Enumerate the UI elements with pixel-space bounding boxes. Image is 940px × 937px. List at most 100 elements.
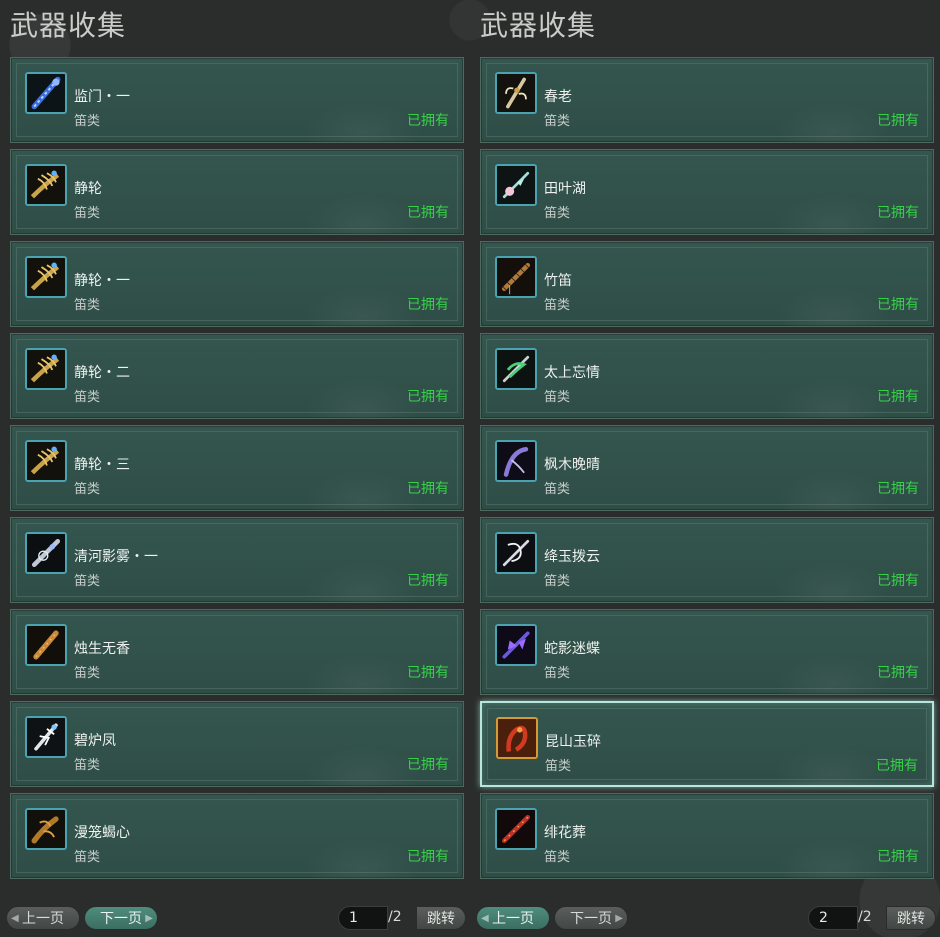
blue-flute-icon bbox=[25, 72, 67, 114]
jump-button[interactable]: 跳转 bbox=[416, 906, 466, 930]
golden-claw-flute-icon bbox=[25, 164, 67, 206]
page-total: /2 bbox=[858, 909, 872, 925]
owned-status: 已拥有 bbox=[877, 113, 919, 129]
weapon-name: 静轮・一 bbox=[74, 273, 130, 289]
weapon-card[interactable]: 竹笛 笛类 已拥有 bbox=[480, 241, 934, 327]
weapon-type: 笛类 bbox=[544, 298, 571, 313]
weapon-card[interactable]: 绯花葬 笛类 已拥有 bbox=[480, 793, 934, 879]
panel-title: 武器收集 bbox=[480, 9, 597, 42]
prev-page-label: 上一页 bbox=[22, 911, 64, 927]
weapon-card-selected[interactable]: 昆山玉碎 笛类 已拥有 bbox=[480, 701, 934, 787]
weapon-name: 绯花葬 bbox=[544, 825, 586, 841]
white-phoenix-flute-icon bbox=[25, 716, 67, 758]
silver-flute-icon bbox=[25, 532, 67, 574]
chevron-right-icon: ▶ bbox=[615, 913, 623, 924]
pagination: ◀ 上一页 下一页 ▶ /2 跳转 bbox=[6, 906, 466, 930]
owned-status: 已拥有 bbox=[407, 849, 449, 865]
weapon-card[interactable]: 田叶湖 笛类 已拥有 bbox=[480, 149, 934, 235]
violet-flute-icon bbox=[495, 440, 537, 482]
antler-flute-icon bbox=[495, 72, 537, 114]
chevron-right-icon: ▶ bbox=[145, 913, 153, 924]
owned-status: 已拥有 bbox=[877, 665, 919, 681]
weapon-type: 笛类 bbox=[74, 390, 101, 405]
weapon-type: 笛类 bbox=[74, 758, 101, 773]
weapon-type: 笛类 bbox=[74, 298, 101, 313]
lotus-flute-icon bbox=[495, 164, 537, 206]
weapon-card[interactable]: 枫木晚晴 笛类 已拥有 bbox=[480, 425, 934, 511]
weapon-card[interactable]: 春老 笛类 已拥有 bbox=[480, 57, 934, 143]
weapon-name: 太上忘情 bbox=[544, 365, 600, 381]
red-flute-icon bbox=[495, 808, 537, 850]
owned-status: 已拥有 bbox=[407, 113, 449, 129]
weapon-type: 笛类 bbox=[545, 759, 572, 774]
weapon-card[interactable]: 漫笼蝎心 笛类 已拥有 bbox=[10, 793, 464, 879]
weapon-type: 笛类 bbox=[74, 114, 101, 129]
owned-status: 已拥有 bbox=[407, 205, 449, 221]
weapon-card[interactable]: 太上忘情 笛类 已拥有 bbox=[480, 333, 934, 419]
pagination: ◀ 上一页 下一页 ▶ /2 跳转 bbox=[476, 906, 936, 930]
owned-status: 已拥有 bbox=[407, 481, 449, 497]
weapon-list: 监门・一 笛类 已拥有 静轮 笛类 已拥有 静轮・一 笛类 已拥有 静轮・二 笛… bbox=[10, 57, 464, 885]
next-page-button[interactable]: 下一页 ▶ bbox=[554, 906, 628, 930]
weapon-type: 笛类 bbox=[544, 206, 571, 221]
crimson-dragon-flute-icon bbox=[496, 717, 538, 759]
butterfly-flute-icon bbox=[495, 624, 537, 666]
owned-status: 已拥有 bbox=[877, 481, 919, 497]
weapon-name: 昆山玉碎 bbox=[545, 734, 601, 750]
page-total: /2 bbox=[388, 909, 402, 925]
weapon-type: 笛类 bbox=[544, 574, 571, 589]
weapon-card[interactable]: 静轮・二 笛类 已拥有 bbox=[10, 333, 464, 419]
weapon-card[interactable]: 监门・一 笛类 已拥有 bbox=[10, 57, 464, 143]
prev-page-label: 上一页 bbox=[492, 911, 534, 927]
weapon-type: 笛类 bbox=[544, 390, 571, 405]
weapon-type: 笛类 bbox=[544, 850, 571, 865]
next-page-label: 下一页 bbox=[100, 911, 142, 927]
chevron-left-icon: ◀ bbox=[11, 913, 19, 924]
weapon-card[interactable]: 静轮 笛类 已拥有 bbox=[10, 149, 464, 235]
prev-page-button[interactable]: ◀ 上一页 bbox=[6, 906, 80, 930]
weapon-name: 漫笼蝎心 bbox=[74, 825, 130, 841]
weapon-type: 笛类 bbox=[74, 206, 101, 221]
weapon-type: 笛类 bbox=[74, 850, 101, 865]
weapon-card[interactable]: 静轮・一 笛类 已拥有 bbox=[10, 241, 464, 327]
weapon-card[interactable]: 静轮・三 笛类 已拥有 bbox=[10, 425, 464, 511]
page-number-input[interactable] bbox=[808, 906, 858, 930]
weapon-type: 笛类 bbox=[74, 574, 101, 589]
weapon-card[interactable]: 绛玉拨云 笛类 已拥有 bbox=[480, 517, 934, 603]
owned-status: 已拥有 bbox=[877, 297, 919, 313]
page-number-input[interactable] bbox=[338, 906, 388, 930]
weapon-name: 清河影雾・一 bbox=[74, 549, 158, 565]
weapon-name: 静轮 bbox=[74, 181, 102, 197]
weapon-type: 笛类 bbox=[74, 482, 101, 497]
weapon-name: 春老 bbox=[544, 89, 572, 105]
owned-status: 已拥有 bbox=[407, 573, 449, 589]
jade-serpent-flute-icon bbox=[495, 348, 537, 390]
golden-claw-flute-icon bbox=[25, 256, 67, 298]
bronze-flute-icon bbox=[25, 624, 67, 666]
weapon-card[interactable]: 碧炉凤 笛类 已拥有 bbox=[10, 701, 464, 787]
golden-claw-flute-icon bbox=[25, 348, 67, 390]
weapon-card[interactable]: 烛生无香 笛类 已拥有 bbox=[10, 609, 464, 695]
weapon-name: 蛇影迷蝶 bbox=[544, 641, 600, 657]
owned-status: 已拥有 bbox=[876, 758, 918, 774]
owned-status: 已拥有 bbox=[407, 297, 449, 313]
owned-status: 已拥有 bbox=[877, 205, 919, 221]
weapon-card[interactable]: 蛇影迷蝶 笛类 已拥有 bbox=[480, 609, 934, 695]
weapon-name: 静轮・二 bbox=[74, 365, 130, 381]
weapon-name: 烛生无香 bbox=[74, 641, 130, 657]
weapon-type: 笛类 bbox=[544, 114, 571, 129]
weapon-name: 枫木晚晴 bbox=[544, 457, 600, 473]
owned-status: 已拥有 bbox=[877, 389, 919, 405]
owned-status: 已拥有 bbox=[407, 757, 449, 773]
next-page-label: 下一页 bbox=[570, 911, 612, 927]
silver-dragon-flute-icon bbox=[495, 532, 537, 574]
golden-claw-flute-icon bbox=[25, 440, 67, 482]
weapon-card[interactable]: 清河影雾・一 笛类 已拥有 bbox=[10, 517, 464, 603]
weapon-collection-panel-left: 武器收集 监门・一 笛类 已拥有 静轮 笛类 已拥有 静轮・一 笛类 已拥有 静… bbox=[6, 0, 466, 937]
weapon-name: 绛玉拨云 bbox=[544, 549, 600, 565]
weapon-name: 田叶湖 bbox=[544, 181, 586, 197]
next-page-button[interactable]: 下一页 ▶ bbox=[84, 906, 158, 930]
prev-page-button[interactable]: ◀ 上一页 bbox=[476, 906, 550, 930]
jump-button[interactable]: 跳转 bbox=[886, 906, 936, 930]
owned-status: 已拥有 bbox=[877, 849, 919, 865]
